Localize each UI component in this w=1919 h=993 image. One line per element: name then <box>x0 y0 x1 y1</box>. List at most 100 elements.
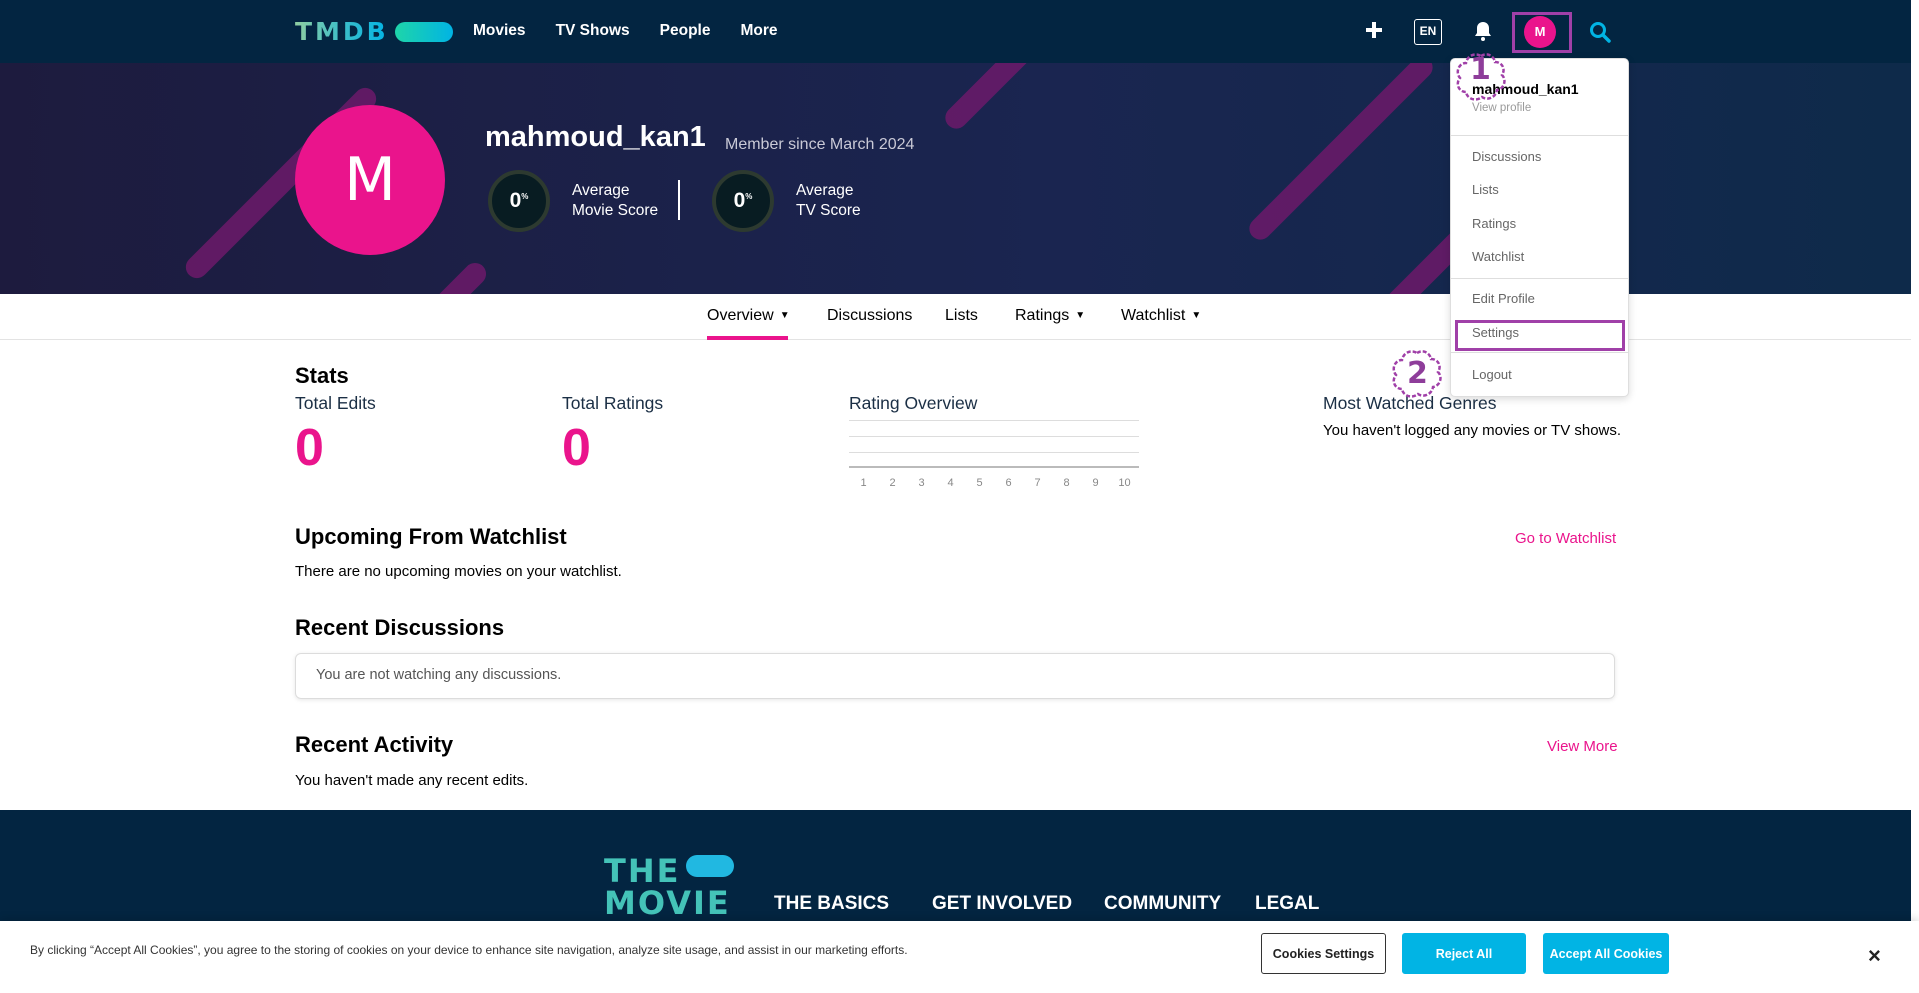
decor-stripe <box>411 258 491 294</box>
bell-icon[interactable] <box>1471 19 1495 43</box>
chart-tick: 1 <box>860 477 867 489</box>
total-edits-value: 0 <box>295 419 324 477</box>
tmdb-logo[interactable]: TMDB <box>295 17 453 46</box>
recent-activity-title: Recent Activity <box>295 732 454 757</box>
chart-tick: 3 <box>918 477 925 489</box>
accept-all-cookies-button[interactable]: Accept All Cookies <box>1543 933 1669 974</box>
chart-tick: 10 <box>1118 477 1131 489</box>
menu-divider <box>1451 352 1628 353</box>
tab-overview-label: Overview <box>707 307 774 324</box>
cookie-banner: By clicking “Accept All Cookies”, you ag… <box>0 921 1919 993</box>
chart-tick: 2 <box>889 477 896 489</box>
member-since: Member since March 2024 <box>725 136 915 153</box>
tv-score-value: 0 <box>733 189 746 212</box>
tab-discussions-label: Discussions <box>827 307 913 324</box>
decor-stripe <box>940 63 1042 134</box>
tv-score-unit: % <box>745 191 753 201</box>
nav-more[interactable]: More <box>740 22 777 40</box>
decor-stripe <box>1244 63 1438 245</box>
tab-lists-label: Lists <box>945 307 978 324</box>
footer-col-basics: THE BASICS <box>774 893 890 914</box>
chart-tick: 7 <box>1034 477 1041 489</box>
movie-score-label: Average Movie Score <box>572 181 658 221</box>
menu-divider <box>1451 135 1628 136</box>
tab-overview[interactable]: Overview ▼ <box>707 307 790 325</box>
rating-overview-label: Rating Overview <box>849 393 978 413</box>
recent-discussions-title: Recent Discussions <box>295 615 505 640</box>
footer-col-legal: LEGAL <box>1255 893 1320 914</box>
tv-score-label: Average TV Score <box>796 181 861 221</box>
chart-baseline <box>849 466 1139 468</box>
activity-empty-text: You haven't made any recent edits. <box>295 772 529 789</box>
movie-score-unit: % <box>521 191 529 201</box>
stats-title: Stats <box>295 363 349 388</box>
chart-tick: 9 <box>1092 477 1099 489</box>
annotation-highlight-avatar <box>1512 12 1572 53</box>
cookie-consent-text: By clicking “Accept All Cookies”, you ag… <box>30 943 908 957</box>
watchlist-title: Upcoming From Watchlist <box>295 524 567 549</box>
go-to-watchlist-link[interactable]: Go to Watchlist <box>1515 530 1616 547</box>
tab-watchlist-label: Watchlist <box>1121 307 1186 324</box>
caret-down-icon: ▼ <box>1075 310 1086 321</box>
menu-item-logout[interactable]: Logout <box>1472 367 1512 382</box>
tv-score-label-line1: Average <box>796 182 854 199</box>
nav-people[interactable]: People <box>660 22 711 40</box>
annotation-number-2: 2 <box>1407 356 1428 391</box>
menu-item-edit-profile[interactable]: Edit Profile <box>1472 291 1535 306</box>
search-icon[interactable] <box>1588 20 1612 44</box>
tv-score-label-line2: TV Score <box>796 202 861 219</box>
movie-score: 0% Average Movie Score <box>488 170 658 232</box>
plus-icon[interactable] <box>1362 18 1386 42</box>
tab-ratings[interactable]: Ratings ▼ <box>1015 307 1085 325</box>
genres-empty-text: You haven't logged any movies or TV show… <box>1323 422 1622 439</box>
chart-tick: 5 <box>976 477 983 489</box>
chart-tick: 4 <box>947 477 954 489</box>
cookies-settings-button[interactable]: Cookies Settings <box>1261 933 1386 974</box>
footer-logo-pill <box>686 855 734 877</box>
caret-down-icon: ▼ <box>779 310 790 321</box>
reject-all-button[interactable]: Reject All <box>1402 933 1526 974</box>
total-edits-label: Total Edits <box>295 393 376 413</box>
tab-discussions[interactable]: Discussions <box>827 307 912 325</box>
movie-score-label-line2: Movie Score <box>572 202 659 219</box>
total-ratings-label: Total Ratings <box>562 393 664 413</box>
menu-item-ratings[interactable]: Ratings <box>1472 216 1516 231</box>
annotation-number-1: 1 <box>1470 52 1491 87</box>
close-icon[interactable]: × <box>1868 943 1881 969</box>
chart-gridline <box>849 436 1139 437</box>
discussions-empty-text: You are not watching any discussions. <box>316 667 562 683</box>
profile-avatar[interactable]: M <box>295 105 445 255</box>
total-ratings-value: 0 <box>562 419 591 477</box>
logo-text: TMDB <box>295 17 389 46</box>
main-nav-links: Movies TV Shows People More <box>473 22 778 40</box>
nav-tv-shows[interactable]: TV Shows <box>556 22 630 40</box>
footer-col-get-involved: GET INVOLVED <box>932 893 1073 914</box>
menu-item-discussions[interactable]: Discussions <box>1472 149 1541 164</box>
annotation-highlight-settings <box>1455 320 1625 351</box>
caret-down-icon: ▼ <box>1191 310 1202 321</box>
logo-pill <box>394 21 453 42</box>
tab-watchlist[interactable]: Watchlist ▼ <box>1121 307 1201 325</box>
profile-username[interactable]: mahmoud_kan1 <box>485 121 706 154</box>
view-more-link[interactable]: View More <box>1547 738 1618 755</box>
tv-score-ring: 0% <box>712 170 774 232</box>
score-divider <box>678 180 680 220</box>
footer-col-community: COMMUNITY <box>1104 893 1222 914</box>
tv-score: 0% Average TV Score <box>712 170 861 232</box>
menu-item-watchlist[interactable]: Watchlist <box>1472 249 1524 264</box>
language-button[interactable]: EN <box>1414 19 1442 45</box>
discussions-box: You are not watching any discussions. <box>295 653 1615 699</box>
chart-gridline <box>849 452 1139 453</box>
top-nav: TMDB Movies TV Shows People More EN M <box>0 0 1911 63</box>
tab-lists[interactable]: Lists <box>945 307 978 325</box>
menu-item-lists[interactable]: Lists <box>1472 182 1499 197</box>
watchlist-empty-text: There are no upcoming movies on your wat… <box>295 563 622 580</box>
movie-score-label-line1: Average <box>572 182 630 199</box>
rating-overview-chart: 1 2 3 4 5 6 7 8 9 10 <box>849 420 1139 490</box>
tab-ratings-label: Ratings <box>1015 307 1070 324</box>
chart-tick: 8 <box>1063 477 1070 489</box>
movie-score-ring: 0% <box>488 170 550 232</box>
footer-logo-line2[interactable]: MOVIE <box>604 884 731 922</box>
nav-movies[interactable]: Movies <box>473 22 526 40</box>
active-tab-indicator <box>707 336 788 340</box>
